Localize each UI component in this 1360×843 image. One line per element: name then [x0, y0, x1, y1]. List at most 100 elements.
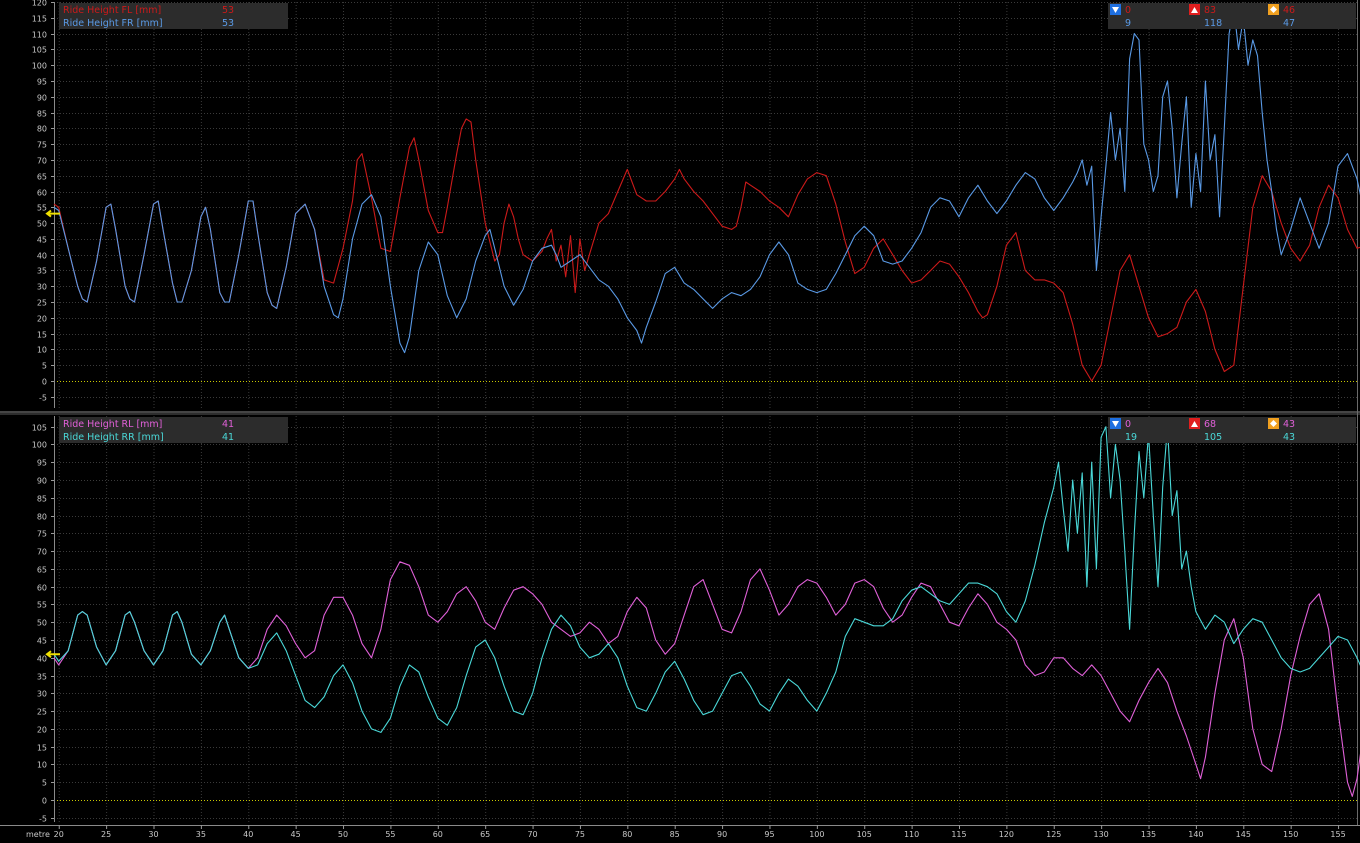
x-axis-label: metre: [26, 830, 50, 839]
y-tick-label: 120: [32, 0, 47, 8]
cursor-marker[interactable]: [45, 650, 60, 659]
y-tick-label: 35: [37, 267, 47, 276]
y-tick-label: 0: [42, 378, 47, 387]
y-tick-label: 45: [37, 236, 47, 245]
y-tick-label: 100: [32, 62, 47, 71]
x-tick-label: 55: [385, 830, 395, 839]
x-tick-label: 85: [670, 830, 680, 839]
cursor-marker[interactable]: [45, 209, 60, 218]
legend-max-value: 105: [1204, 432, 1222, 443]
y-tick-label: 15: [37, 331, 47, 340]
series-line-bottom-1[interactable]: [53, 426, 1360, 733]
x-tick-label: 130: [1093, 830, 1108, 839]
y-tick-label: 35: [37, 673, 47, 682]
x-tick-label: 140: [1188, 830, 1203, 839]
series-line-top-1[interactable]: [53, 7, 1360, 354]
y-tick-label: 80: [37, 513, 47, 522]
legend-series-name[interactable]: Ride Height FR [mm]: [63, 18, 163, 29]
y-tick-label: 5: [42, 779, 47, 788]
y-tick-label: 15: [37, 744, 47, 753]
chart-panel-top[interactable]: -505101520253035404550556065707580859095…: [32, 0, 1360, 408]
y-tick-label: 70: [37, 157, 47, 166]
y-tick-label: 5: [42, 362, 47, 371]
legend-max-value: 118: [1204, 18, 1222, 29]
y-tick-label: 10: [37, 346, 47, 355]
x-tick-label: 40: [243, 830, 253, 839]
x-tick-label: 105: [857, 830, 872, 839]
legend-max-value: 83: [1204, 5, 1216, 16]
series-line-top-0[interactable]: [53, 118, 1360, 382]
x-tick-label: 125: [1046, 830, 1061, 839]
y-tick-label: 10: [37, 761, 47, 770]
y-tick-label: 90: [37, 477, 47, 486]
y-tick-label: 40: [37, 655, 47, 664]
legend-min-value: 0: [1125, 5, 1131, 16]
series-line-bottom-0[interactable]: [53, 561, 1360, 797]
y-tick-label: 100: [32, 441, 47, 450]
chart-panel-bottom[interactable]: -5 0 5 10 15 20 25 30 35 40 45 50 55 60 65 70 75 80 85 90 95…: [32, 416, 1360, 824]
y-tick-label: 95: [37, 78, 47, 87]
legend-max-value: 68: [1204, 419, 1216, 430]
x-tick-label: 60: [433, 830, 443, 839]
x-tick-label: 35: [196, 830, 206, 839]
x-tick-label: 75: [575, 830, 585, 839]
x-tick-label: 135: [1141, 830, 1156, 839]
x-tick-label: 80: [622, 830, 632, 839]
legend-avg-value: 46: [1283, 5, 1295, 16]
ride-height-chart[interactable]: -505101520253035404550556065707580859095…: [0, 0, 1360, 843]
y-tick-label: 110: [32, 31, 47, 40]
y-tick-label: 20: [37, 726, 47, 735]
y-tick-label: 105: [32, 46, 47, 55]
x-tick-label: 45: [291, 830, 301, 839]
stats-row-bg: [1108, 430, 1356, 443]
legend-min-value: 19: [1125, 432, 1137, 443]
legend-series-name[interactable]: Ride Height FL [mm]: [63, 5, 161, 16]
y-tick-label: 85: [37, 110, 47, 119]
x-tick-label: 90: [717, 830, 727, 839]
y-tick-label: 115: [32, 15, 47, 24]
telemetry-chart-window: -5 0 5 10 15 20 25 30 35 40 45 50 55 60 65 70 75 80 85 90 95…: [0, 0, 1360, 843]
x-tick-label: 120: [999, 830, 1014, 839]
legend-cursor-value: 41: [222, 432, 234, 443]
x-tick-label: 110: [904, 830, 919, 839]
x-tick-label: 20: [54, 830, 64, 839]
y-tick-label: 80: [37, 125, 47, 134]
legend-min-value: 9: [1125, 18, 1131, 29]
y-tick-label: 95: [37, 459, 47, 468]
x-tick-label: 100: [809, 830, 824, 839]
y-tick-label: 30: [37, 690, 47, 699]
x-tick-label: 50: [338, 830, 348, 839]
y-tick-label: 40: [37, 252, 47, 261]
y-tick-label: 55: [37, 204, 47, 213]
y-tick-label: 75: [37, 530, 47, 539]
y-tick-label: 65: [37, 173, 47, 182]
y-tick-label: 0: [42, 797, 47, 806]
y-tick-label: 25: [37, 299, 47, 308]
x-tick-label: 155: [1330, 830, 1345, 839]
x-tick-label: 150: [1283, 830, 1298, 839]
x-tick-label: 145: [1236, 830, 1251, 839]
x-tick-label: 70: [527, 830, 537, 839]
legend-cursor-value: 53: [222, 18, 234, 29]
y-tick-label: 45: [37, 637, 47, 646]
legend-series-name[interactable]: Ride Height RL [mm]: [63, 419, 162, 430]
x-tick-label: 95: [764, 830, 774, 839]
y-tick-label: 90: [37, 94, 47, 103]
y-tick-label: -5: [39, 815, 47, 824]
legend-min-value: 0: [1125, 419, 1131, 430]
legend-cursor-value: 53: [222, 5, 234, 16]
y-tick-label: 30: [37, 283, 47, 292]
y-tick-label: 25: [37, 708, 47, 717]
y-tick-label: -5: [39, 394, 47, 403]
legend-cursor-value: 41: [222, 419, 234, 430]
x-tick-label: 30: [148, 830, 158, 839]
stats-row-bg: [1108, 16, 1356, 29]
stats-row-bg: [1108, 417, 1356, 430]
legend-series-name[interactable]: Ride Height RR [mm]: [63, 432, 164, 443]
legend-avg-value: 43: [1283, 432, 1295, 443]
x-tick-label: 115: [951, 830, 966, 839]
y-tick-label: 60: [37, 189, 47, 198]
y-tick-label: 55: [37, 601, 47, 610]
y-tick-label: 20: [37, 315, 47, 324]
legend-avg-value: 43: [1283, 419, 1295, 430]
